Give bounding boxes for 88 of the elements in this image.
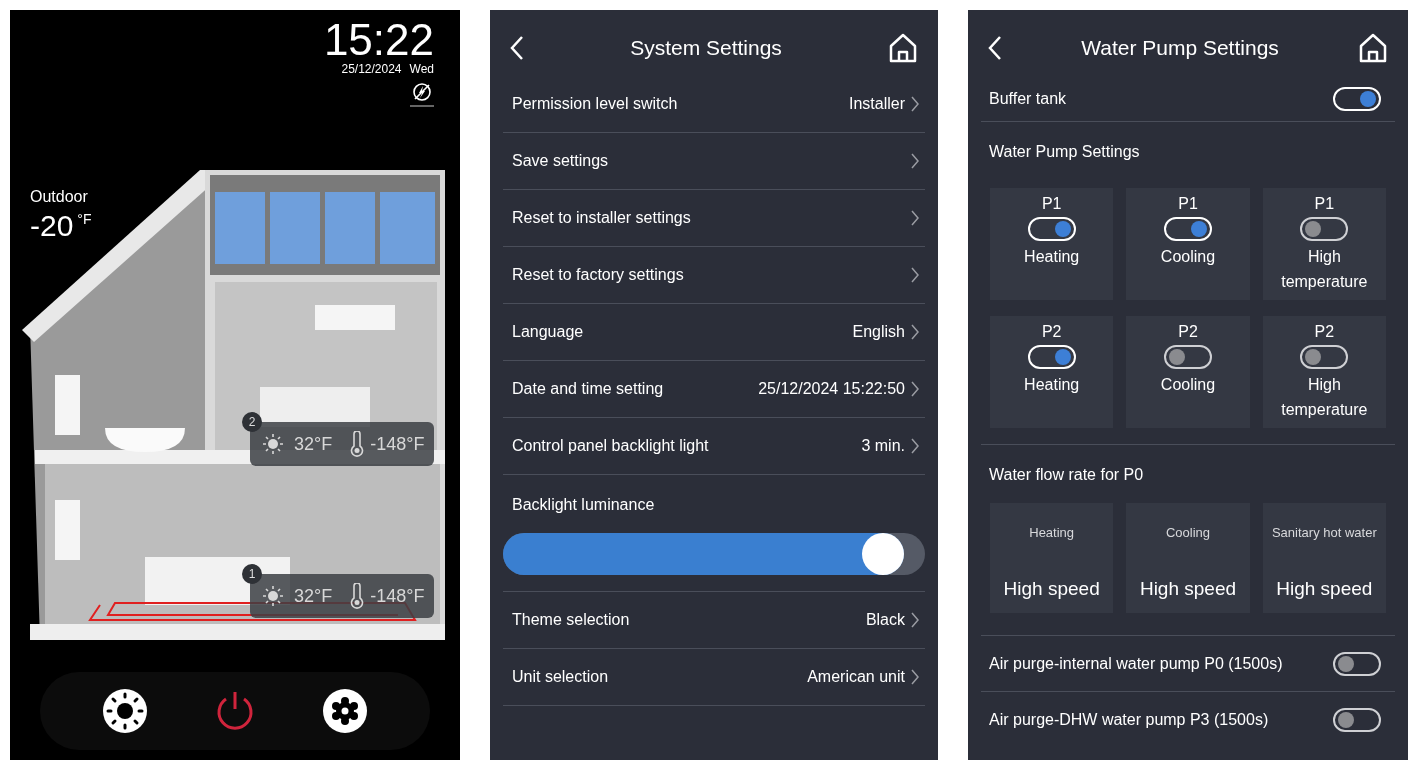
speed-value: High speed [1139,576,1237,601]
back-icon[interactable] [987,34,1003,62]
speed-value: High speed [1276,576,1373,601]
outdoor-label: Outdoor [30,187,89,207]
water-temperature: -148°F [370,432,425,456]
mode-label: Cooling [1165,524,1211,542]
section-heading: Water flow rate for P0 [988,465,1145,485]
pump-name: P1 [1041,194,1062,214]
chevron-right-icon [911,438,919,454]
pump-name: P2 [1314,322,1335,342]
mode-label: Heating [1023,247,1081,267]
setting-value: 25/12/2024 15:22:50 [758,379,905,399]
flow-card[interactable]: Cooling High speed [1126,503,1250,613]
pump-name: P2 [1178,322,1198,342]
settings-row[interactable]: Reset to installer settings [503,190,925,247]
toggle-switch[interactable] [1333,708,1381,732]
settings-row[interactable]: Reset to factory settings [503,247,925,304]
water-temperature: -148°F [370,584,425,608]
toggle-switch[interactable] [1333,651,1381,676]
chevron-right-icon [911,324,919,340]
setting-value: American unit [807,667,905,687]
setting-label: Permission level switch [512,94,678,114]
mode-label: Cooling [1159,247,1217,267]
mode-label: High temperature [1280,375,1369,420]
back-icon[interactable] [509,34,525,62]
mode-label: Heating [1023,375,1081,395]
sun-icon [262,433,284,455]
setting-label: Backlight luminance [511,495,656,515]
room-temperature: 32°F [294,584,333,608]
setting-label: Buffer tank [989,88,1067,109]
settings-row[interactable]: Save settings [503,133,925,190]
setting-value: English [852,322,905,342]
settings-row[interactable]: Permission level switch Installer [503,76,925,133]
setting-label: Language [512,322,584,342]
pump-name: P1 [1178,194,1198,214]
mode-label: Heating [1029,524,1075,542]
sun-icon [262,585,284,607]
room-temperature: 32°F [294,432,333,456]
mode-label: Sanitary hot water [1271,524,1377,542]
settings-row[interactable]: Date and time setting 25/12/2024 15:22:50 [503,361,925,418]
settings-row[interactable]: Theme selection Black [503,592,925,649]
temperature-unit: °F [77,210,92,229]
setting-label: Save settings [512,151,609,171]
slashed-bolt-icon [410,82,434,108]
weekday: Wed [409,62,434,76]
toggle-switch[interactable] [1164,345,1212,369]
mode-label: Cooling [1159,375,1217,395]
home-icon[interactable] [887,32,919,64]
setting-value: Installer [848,94,905,114]
screen-title: Water Pump Settings [1081,35,1279,62]
toggle-switch[interactable] [1300,345,1349,369]
settings-row[interactable]: Control panel backlight light 3 min. [503,418,925,475]
section-heading: Water Pump Settings [988,142,1141,162]
outdoor-temperature: -20 [30,209,74,243]
flow-card[interactable]: Sanitary hot water High speed [1262,503,1386,613]
thermometer-icon [350,583,365,609]
speed-value: High speed [1003,576,1100,601]
setting-label: Date and time setting [512,379,664,399]
flow-card[interactable]: Heating High speed [990,503,1114,613]
setting-label: Reset to factory settings [512,265,684,285]
toggle-switch[interactable] [1300,217,1349,241]
thermometer-icon [350,431,365,457]
settings-row[interactable]: Unit selection American unit [503,649,925,706]
chevron-right-icon [911,96,919,112]
screen-title: System Settings [630,35,782,62]
settings-row[interactable]: Language English [503,304,925,361]
chevron-right-icon [911,210,919,226]
home-icon[interactable] [1357,32,1389,64]
setting-label: Theme selection [512,610,630,630]
settings-icon[interactable] [321,688,368,734]
setting-value: 3 min. [861,436,905,456]
setting-label: Unit selection [512,667,609,687]
mode-label: High temperature [1280,247,1369,292]
pump-name: P2 [1041,322,1062,342]
date: 25/12/2024 [341,62,402,76]
setting-label: Reset to installer settings [512,208,691,228]
sun-icon[interactable] [102,688,149,734]
chevron-right-icon [911,669,919,685]
chevron-right-icon [911,267,919,283]
setting-label: Air purge-DHW water pump P3 (1500s) [989,710,1269,730]
pump-name: P1 [1314,194,1335,214]
setting-label: Control panel backlight light [512,436,709,456]
chevron-right-icon [911,381,919,397]
setting-label: Air purge-internal water pump P0 (1500s) [989,653,1283,674]
setting-value: Black [865,610,905,630]
clock-time: 15:22 [323,18,434,62]
chevron-right-icon [911,153,919,169]
chevron-right-icon [911,612,919,628]
